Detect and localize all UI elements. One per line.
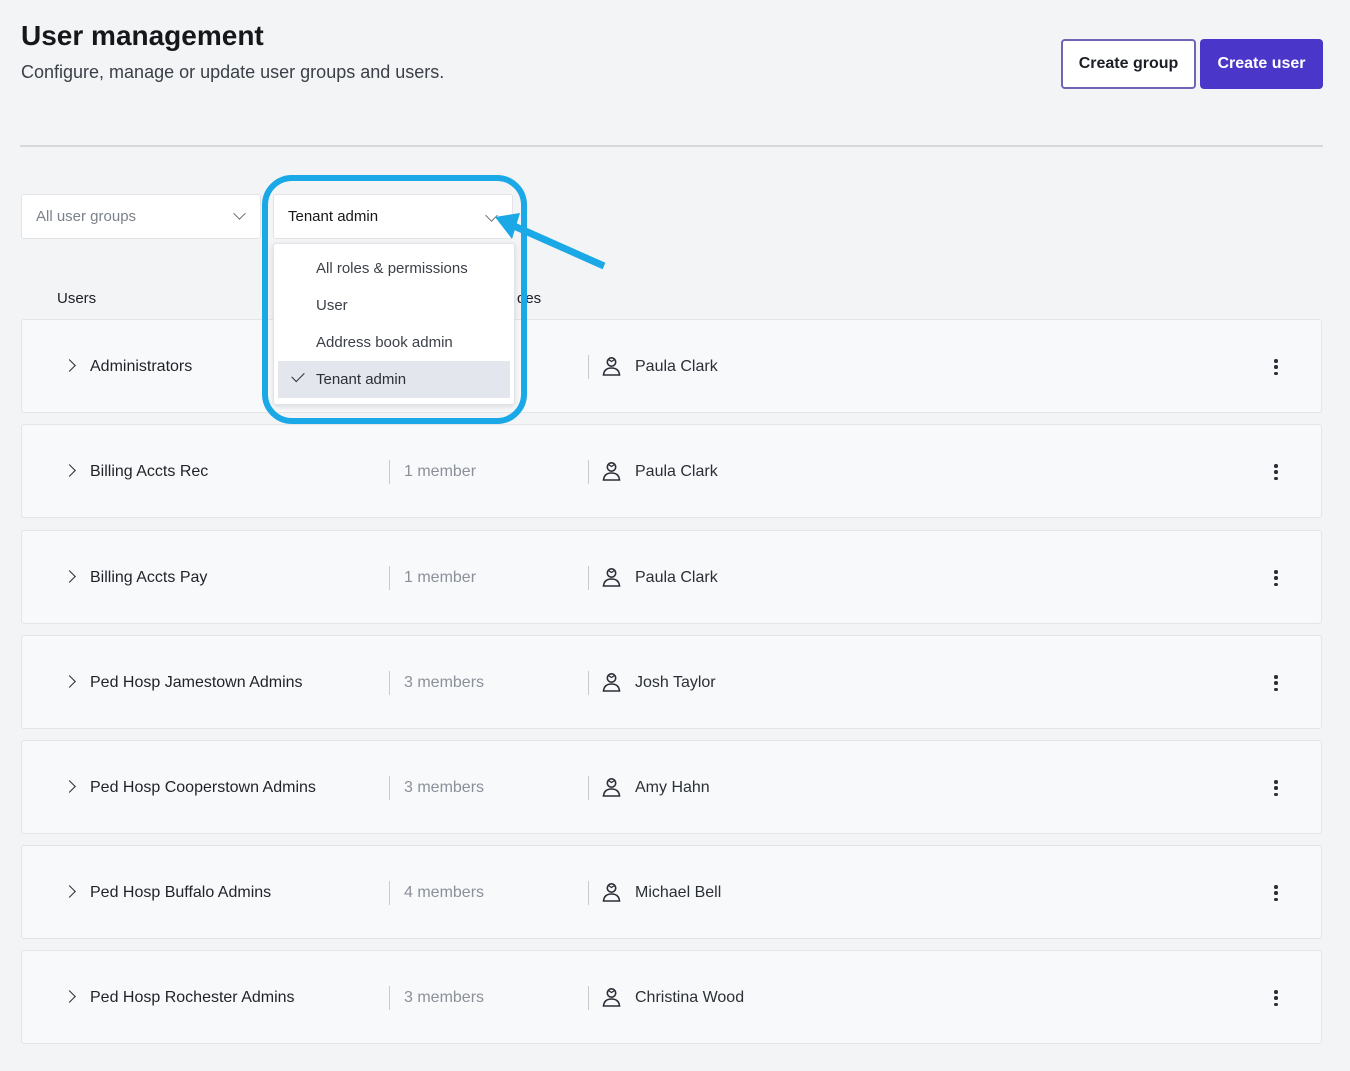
group-name: Ped Hosp Jamestown Admins	[90, 674, 303, 691]
kebab-menu-icon[interactable]	[1270, 987, 1282, 1009]
kebab-menu-icon[interactable]	[1270, 461, 1282, 483]
person-icon	[602, 777, 621, 797]
column-separator	[588, 566, 589, 590]
page-subtitle: Configure, manage or update user groups …	[21, 62, 445, 82]
column-separator	[389, 566, 390, 590]
person-icon	[602, 987, 621, 1007]
roles-option-label: Address book admin	[316, 334, 453, 351]
person-icon	[602, 672, 621, 692]
group-row[interactable]: Administrators Paula Clark	[21, 319, 1322, 413]
roles-option-label: Tenant admin	[316, 371, 407, 388]
create-user-button[interactable]: Create user	[1200, 39, 1323, 89]
group-name: Ped Hosp Cooperstown Admins	[90, 779, 316, 796]
chevron-down-icon	[233, 207, 246, 220]
group-owner: Paula Clark	[635, 358, 718, 375]
user-groups-select[interactable]: All user groups	[21, 194, 261, 239]
roles-dropdown-menu: All roles & permissions User Address boo…	[273, 243, 515, 405]
person-icon	[602, 356, 621, 376]
group-row[interactable]: Ped Hosp Buffalo Admins 4 members Michael …	[21, 845, 1322, 939]
column-separator	[588, 881, 589, 905]
chevron-right-icon[interactable]	[63, 990, 76, 1003]
person-icon	[602, 567, 621, 587]
group-owner: Josh Taylor	[635, 674, 716, 691]
page-title: User management	[21, 20, 264, 51]
roles-option-address-book-admin[interactable]: Address book admin	[278, 324, 510, 361]
group-owner: Paula Clark	[635, 569, 718, 586]
kebab-menu-icon[interactable]	[1270, 356, 1282, 378]
column-separator	[588, 355, 589, 379]
group-name: Billing Accts Rec	[90, 463, 209, 480]
column-separator	[389, 671, 390, 695]
roles-select-value: Tenant admin	[288, 208, 379, 225]
column-separator	[588, 671, 589, 695]
kebab-menu-icon[interactable]	[1270, 672, 1282, 694]
group-row[interactable]: Billing Accts Rec 1 member Paula Clark	[21, 424, 1322, 518]
group-owner: Michael Bell	[635, 884, 722, 901]
group-name: Ped Hosp Buffalo Admins	[90, 884, 272, 901]
column-separator	[389, 776, 390, 800]
group-owner: Christina Wood	[635, 989, 745, 1006]
roles-option-all[interactable]: All roles & permissions	[278, 250, 510, 287]
roles-option-label: User	[316, 297, 348, 314]
user-groups-select-value: All user groups	[36, 208, 137, 225]
column-separator	[389, 881, 390, 905]
person-icon	[602, 461, 621, 481]
column-header-roles: des	[517, 290, 542, 307]
roles-select[interactable]: Tenant admin	[273, 194, 513, 239]
kebab-menu-icon[interactable]	[1270, 777, 1282, 799]
group-member-count: 3 members	[404, 989, 485, 1006]
person-icon	[602, 882, 621, 902]
chevron-right-icon[interactable]	[63, 675, 76, 688]
chevron-down-icon	[485, 209, 498, 222]
group-row[interactable]: Billing Accts Pay 1 member Paula Clark	[21, 530, 1322, 624]
column-header-users: Users	[57, 290, 97, 307]
group-member-count: 4 members	[404, 884, 485, 901]
group-row[interactable]: Ped Hosp Jamestown Admins 3 members Josh T…	[21, 635, 1322, 729]
group-member-count: 1 member	[404, 463, 477, 480]
roles-option-tenant-admin[interactable]: Tenant admin	[278, 361, 510, 398]
kebab-menu-icon[interactable]	[1270, 882, 1282, 904]
column-separator	[588, 776, 589, 800]
kebab-menu-icon[interactable]	[1270, 567, 1282, 589]
column-separator	[588, 986, 589, 1010]
group-name: Billing Accts Pay	[90, 569, 208, 586]
group-owner: Amy Hahn	[635, 779, 710, 796]
group-row[interactable]: Ped Hosp Rochester Admins 3 members Christ…	[21, 950, 1322, 1044]
roles-option-user[interactable]: User	[278, 287, 510, 324]
group-member-count: 1 member	[404, 569, 477, 586]
chevron-right-icon[interactable]	[63, 780, 76, 793]
header-divider	[20, 145, 1323, 147]
group-member-count: 3 members	[404, 779, 485, 796]
column-separator	[588, 460, 589, 484]
chevron-right-icon[interactable]	[63, 885, 76, 898]
group-name: Administrators	[90, 358, 193, 375]
chevron-right-icon[interactable]	[63, 570, 76, 583]
group-member-count: 3 members	[404, 674, 485, 691]
group-row[interactable]: Ped Hosp Cooperstown Admins 3 members Amy …	[21, 740, 1322, 834]
chevron-right-icon[interactable]	[63, 464, 76, 477]
column-separator	[389, 986, 390, 1010]
group-owner: Paula Clark	[635, 463, 718, 480]
column-separator	[389, 460, 390, 484]
checkmark-icon	[291, 368, 305, 383]
roles-option-label: All roles & permissions	[316, 260, 468, 277]
chevron-right-icon[interactable]	[63, 359, 76, 372]
group-name: Ped Hosp Rochester Admins	[90, 989, 295, 1006]
create-group-button[interactable]: Create group	[1061, 39, 1196, 89]
